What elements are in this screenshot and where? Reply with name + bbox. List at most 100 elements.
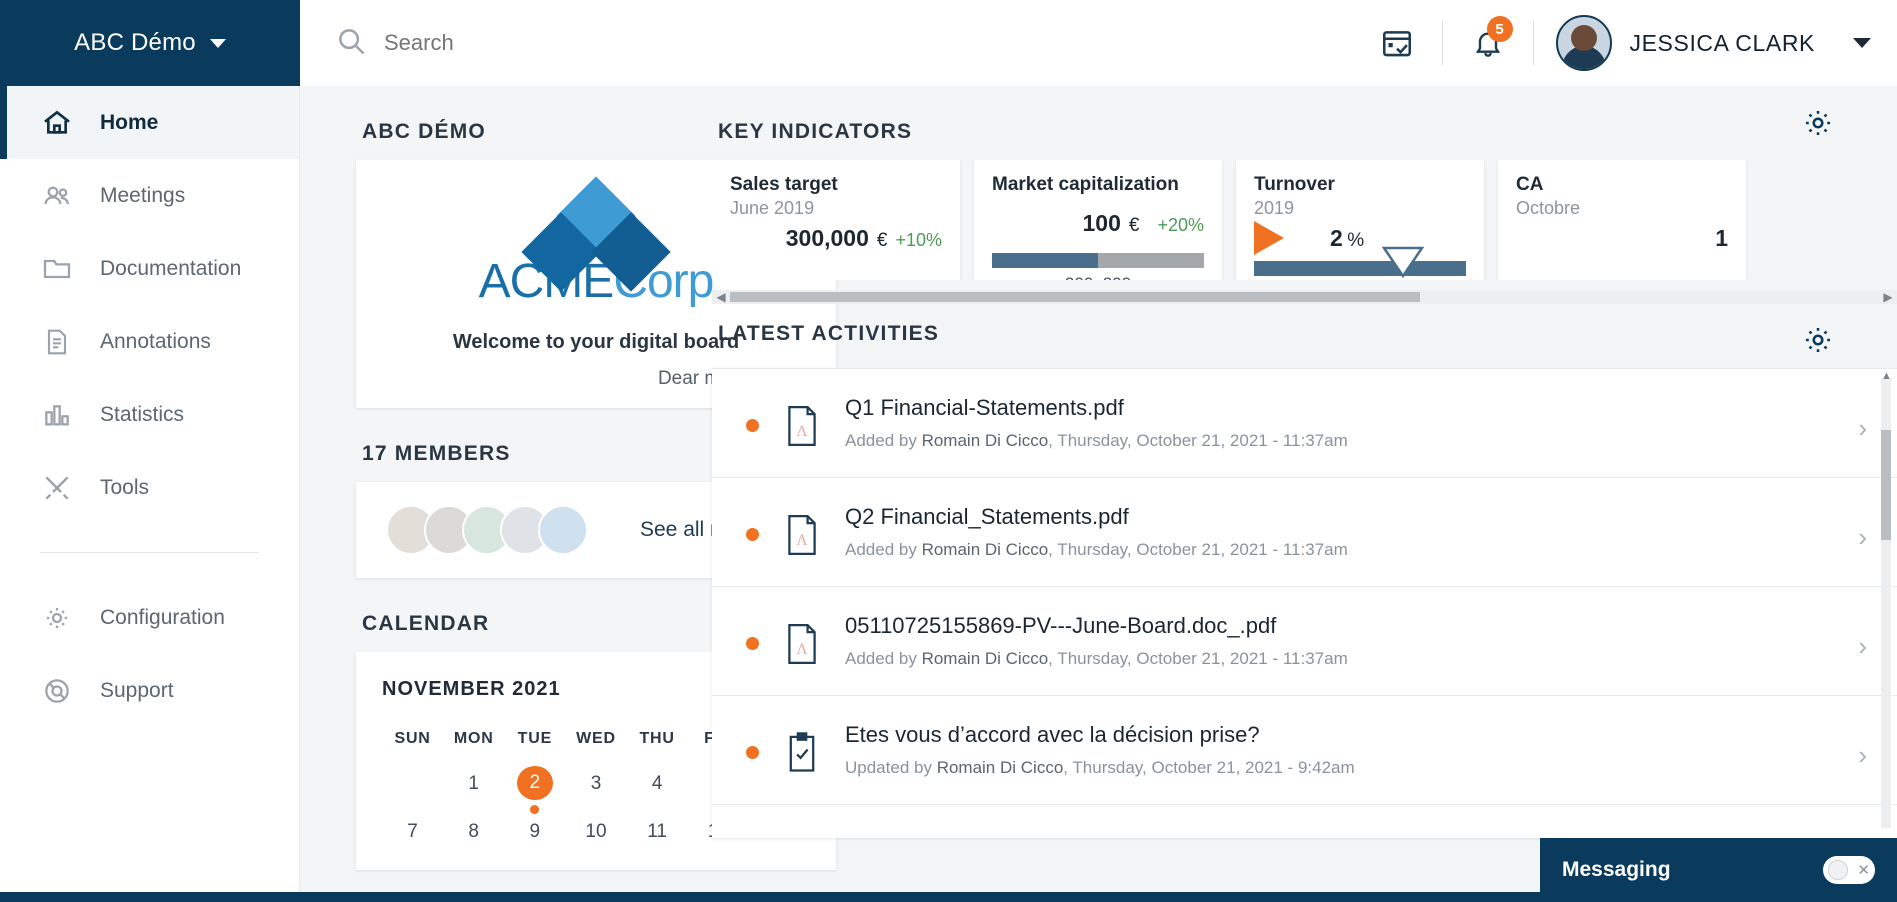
kpi-value: 100 bbox=[1082, 210, 1121, 236]
brand-selector[interactable]: ABC Démo bbox=[0, 0, 300, 86]
member-avatars[interactable] bbox=[386, 505, 588, 555]
calendar-check-icon[interactable] bbox=[1374, 20, 1420, 66]
chevron-up-icon[interactable]: ▲ bbox=[1881, 370, 1892, 382]
sidebar-item-meetings[interactable]: Meetings bbox=[0, 159, 299, 232]
document-lines-icon bbox=[40, 325, 74, 359]
gear-icon[interactable] bbox=[1801, 106, 1835, 140]
calendar-day[interactable]: 7 bbox=[382, 814, 443, 862]
chevron-left-icon[interactable]: ◀ bbox=[712, 290, 730, 304]
calendar-day[interactable] bbox=[382, 766, 443, 814]
kpi-title: Turnover bbox=[1254, 174, 1335, 195]
main-content: ABC DÉMO ACMECorp Welcome to your digita… bbox=[300, 86, 1897, 902]
sidebar-item-documentation[interactable]: Documentation bbox=[0, 232, 299, 305]
kpi-unit: € bbox=[1128, 215, 1140, 236]
unread-dot-icon bbox=[746, 746, 759, 759]
activity-title: Q2 Financial_Statements.pdf bbox=[845, 504, 1129, 529]
kpi-horizontal-scrollbar[interactable]: ◀ ▶ bbox=[712, 290, 1897, 304]
calendar-dow: TUE bbox=[517, 730, 553, 747]
username-label: JESSICA CLARK bbox=[1629, 29, 1815, 56]
activity-text: 05110725155869-PV---June-Board.doc_.pdf … bbox=[845, 613, 1832, 669]
brand-label: ABC Démo bbox=[74, 29, 196, 56]
key-indicators-title: KEY INDICATORS bbox=[718, 120, 913, 143]
avatar[interactable] bbox=[538, 505, 588, 555]
folder-icon bbox=[40, 252, 74, 286]
clipboard-check-icon bbox=[785, 732, 819, 774]
calendar-dow: MON bbox=[453, 730, 494, 747]
welcome-message: Welcome to your digital board bbox=[452, 331, 740, 353]
top-bar: ABC Démo Search 5 JESSICA CLARK bbox=[0, 0, 1897, 86]
activities-scrollbar[interactable]: ▲ bbox=[1881, 370, 1892, 828]
avatar[interactable] bbox=[1555, 15, 1612, 71]
sidebar-item-annotations[interactable]: Annotations bbox=[0, 305, 299, 378]
sidebar-item-configuration[interactable]: Configuration bbox=[0, 581, 299, 654]
kpi-period: June 2019 bbox=[730, 198, 815, 218]
bottom-strip bbox=[0, 892, 1540, 902]
sidebar-item-label: Home bbox=[100, 110, 159, 134]
lifebuoy-icon bbox=[40, 674, 74, 708]
kpi-card-turnover[interactable]: Turnover 2019 2 % Target: 1.5 bbox=[1236, 160, 1484, 280]
list-item[interactable]: Λ Q1 Financial-Statements.pdf Added by R… bbox=[712, 368, 1897, 478]
kpi-bar-caption: 200: 200 bbox=[992, 274, 1204, 280]
kpi-progress-bar bbox=[992, 253, 1204, 268]
calendar-day[interactable]: 3 bbox=[565, 766, 626, 814]
latest-activities-title: LATEST ACTIVITIES bbox=[718, 322, 940, 345]
unread-dot-icon bbox=[746, 637, 759, 650]
sidebar-item-home[interactable]: Home bbox=[0, 86, 299, 159]
list-item[interactable]: Λ Q2 Financial_Statements.pdf Added by R… bbox=[712, 478, 1897, 587]
kpi-period: 2019 bbox=[1254, 198, 1295, 218]
calendar-day[interactable]: 4 bbox=[627, 766, 688, 814]
calendar-day[interactable]: 8 bbox=[443, 814, 504, 862]
svg-text:Λ: Λ bbox=[796, 532, 807, 549]
scrollbar-thumb[interactable] bbox=[730, 292, 1420, 302]
app-root: ABC Démo Search 5 JESSICA CLARK Home Mee… bbox=[0, 0, 1897, 902]
calendar-day[interactable]: 10 bbox=[565, 814, 626, 862]
kpi-title: Sales target bbox=[730, 174, 838, 195]
right-column: KEY INDICATORS Sales target June 2019 30… bbox=[712, 86, 1897, 838]
calendar-day-today[interactable]: 2 bbox=[504, 766, 565, 814]
search-input[interactable] bbox=[384, 30, 1084, 56]
kpi-value: 300,000 bbox=[785, 225, 869, 251]
orange-play-triangle-icon bbox=[1254, 221, 1284, 255]
kpi-progress-fill bbox=[992, 253, 1098, 268]
kpi-unit: % bbox=[1347, 229, 1365, 251]
chevron-down-icon[interactable] bbox=[1853, 38, 1871, 48]
kpi-card-sales-target[interactable]: Sales target June 2019 300,000 € +10% bbox=[712, 160, 960, 280]
tools-cross-icon bbox=[40, 471, 74, 505]
scrollbar-thumb[interactable] bbox=[1881, 430, 1891, 540]
gear-icon[interactable] bbox=[1801, 323, 1835, 357]
messaging-close-toggle[interactable]: ✕ bbox=[1823, 856, 1875, 884]
top-right-actions: 5 JESSICA CLARK bbox=[1374, 0, 1897, 86]
kpi-title: CA bbox=[1516, 174, 1544, 195]
chevron-right-icon[interactable]: › bbox=[1858, 740, 1867, 771]
chevron-right-icon[interactable]: › bbox=[1858, 413, 1867, 444]
calendar-dow: WED bbox=[576, 730, 616, 747]
sidebar-item-statistics[interactable]: Statistics bbox=[0, 378, 299, 451]
sidebar-divider bbox=[40, 552, 259, 553]
activity-title: Q1 Financial-Statements.pdf bbox=[845, 395, 1124, 420]
calendar-day[interactable]: 1 bbox=[443, 766, 504, 814]
calendar-day[interactable]: 9 bbox=[504, 814, 565, 862]
kpi-progress-bar bbox=[1254, 246, 1466, 278]
sidebar-item-support[interactable]: Support bbox=[0, 654, 299, 727]
chevron-right-icon[interactable]: › bbox=[1858, 631, 1867, 662]
messaging-label: Messaging bbox=[1562, 858, 1671, 881]
kpi-unit: € bbox=[876, 230, 888, 251]
toggle-knob bbox=[1828, 860, 1848, 880]
messaging-bar[interactable]: Messaging ✕ bbox=[1540, 838, 1897, 902]
list-item[interactable]: Λ 05110725155869-PV---June-Board.doc_.pd… bbox=[712, 587, 1897, 696]
calendar-day[interactable]: 11 bbox=[627, 814, 688, 862]
chevron-right-icon[interactable]: ▶ bbox=[1879, 290, 1897, 304]
sidebar-item-label: Support bbox=[100, 678, 174, 702]
kpi-card-ca[interactable]: CA Octobre 1 bbox=[1498, 160, 1746, 280]
unread-dot-icon bbox=[746, 528, 759, 541]
list-item[interactable]: Etes vous d’accord avec la décision pris… bbox=[712, 696, 1897, 805]
key-indicators-row: Sales target June 2019 300,000 € +10% Ma… bbox=[712, 160, 1897, 280]
home-icon bbox=[40, 106, 74, 140]
acme-logo-icon bbox=[521, 176, 671, 292]
sidebar-item-tools[interactable]: Tools bbox=[0, 451, 299, 524]
bell-icon[interactable]: 5 bbox=[1465, 16, 1513, 66]
kpi-value-row: 2 % bbox=[1254, 221, 1466, 255]
chevron-right-icon[interactable]: › bbox=[1858, 522, 1867, 553]
search-icon bbox=[336, 26, 366, 61]
kpi-card-market-capitalization[interactable]: Market capitalization 100 € +20% 200: 20… bbox=[974, 160, 1222, 280]
